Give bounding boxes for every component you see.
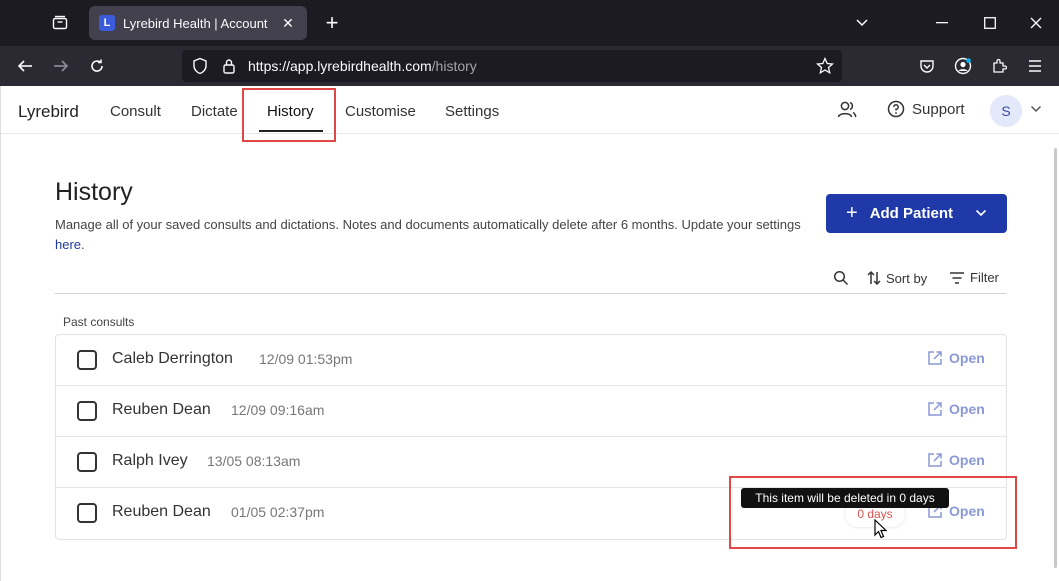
filter-icon (950, 271, 964, 284)
pocket-icon[interactable] (913, 52, 941, 80)
add-patient-button[interactable]: + Add Patient (826, 194, 1007, 233)
lock-icon[interactable] (222, 58, 236, 74)
tab-list-icon[interactable] (42, 8, 78, 38)
reload-icon[interactable] (83, 52, 111, 80)
maximize-icon[interactable] (976, 10, 1004, 36)
page-title: History (55, 178, 133, 206)
open-label: Open (949, 452, 985, 468)
consult-time: 12/09 09:16am (231, 402, 325, 418)
sort-label: Sort by (886, 270, 928, 286)
row-checkbox[interactable] (77, 350, 97, 370)
settings-link[interactable]: here (55, 237, 81, 252)
search-icon[interactable] (833, 270, 849, 286)
sort-arrows-icon (867, 270, 881, 286)
url-path: /history (431, 58, 477, 74)
new-tab-icon[interactable]: + (320, 10, 344, 36)
nav-dictate[interactable]: Dictate (191, 103, 238, 120)
browser-navbar: https://app.lyrebirdhealth.com/history (0, 46, 1059, 86)
avatar[interactable]: S (990, 95, 1022, 127)
patient-name: Reuben Dean (112, 401, 211, 418)
help-circle-icon (887, 100, 905, 118)
bookmark-star-icon[interactable] (816, 57, 834, 75)
shield-icon[interactable] (192, 57, 208, 75)
minimize-icon[interactable] (928, 10, 956, 36)
consult-time: 01/05 02:37pm (231, 504, 325, 520)
patient-name: Ralph Ivey (112, 452, 188, 469)
external-link-icon (928, 453, 942, 467)
patient-name: Reuben Dean (112, 503, 211, 520)
close-window-icon[interactable] (1022, 10, 1050, 36)
patient-name: Caleb Derrington (112, 350, 233, 367)
open-button[interactable]: Open (927, 350, 985, 366)
external-link-icon (928, 351, 942, 365)
support-label: Support (912, 100, 965, 118)
browser-tab[interactable]: L Lyrebird Health | Account ✕ (89, 6, 307, 40)
open-label: Open (949, 401, 985, 417)
history-highlight-box (242, 88, 336, 142)
extensions-icon[interactable] (985, 52, 1013, 80)
chevron-down-icon[interactable] (1030, 104, 1042, 116)
list-item[interactable]: Caleb Derrington 12/09 01:53pm Open (56, 335, 1006, 386)
consult-time: 12/09 01:53pm (259, 351, 353, 367)
menu-hamburger-icon[interactable] (1021, 52, 1049, 80)
plus-icon: + (846, 202, 858, 224)
open-label: Open (949, 350, 985, 366)
consult-time: 13/05 08:13am (207, 453, 301, 469)
tab-close-icon[interactable]: ✕ (279, 15, 297, 32)
forward-arrow-icon[interactable] (47, 52, 75, 80)
url-text[interactable]: https://app.lyrebirdhealth.com/history (248, 58, 477, 74)
tab-favicon: L (99, 15, 115, 31)
filter-label: Filter (970, 270, 999, 285)
row-checkbox[interactable] (77, 452, 97, 472)
page-scrollbar[interactable] (1054, 148, 1057, 568)
nav-settings[interactable]: Settings (445, 103, 499, 120)
back-arrow-icon[interactable] (11, 52, 39, 80)
open-button[interactable]: Open (927, 452, 985, 468)
url-host: https://app.lyrebirdhealth.com (248, 58, 432, 74)
support-button[interactable]: Support (887, 100, 965, 118)
mouse-cursor-icon (874, 518, 888, 544)
section-label: Past consults (63, 315, 135, 329)
browser-titlebar: L Lyrebird Health | Account ✕ + (0, 0, 1059, 46)
app-navbar: Lyrebird Consult Dictate History Customi… (1, 86, 1059, 134)
add-patient-label: Add Patient (869, 205, 954, 222)
brand-logo[interactable]: Lyrebird (18, 102, 79, 122)
chevron-down-icon[interactable] (975, 208, 987, 220)
users-icon[interactable] (836, 100, 858, 125)
tab-title: Lyrebird Health | Account (123, 15, 268, 31)
sort-button[interactable]: Sort by (866, 270, 927, 286)
nav-consult[interactable]: Consult (110, 103, 161, 120)
account-icon[interactable] (949, 52, 977, 80)
row-checkbox[interactable] (77, 401, 97, 421)
tooltip-highlight-box (729, 476, 1017, 549)
row-checkbox[interactable] (77, 503, 97, 523)
description-text: Manage all of your saved consults and di… (55, 217, 801, 232)
open-button[interactable]: Open (927, 401, 985, 417)
external-link-icon (928, 402, 942, 416)
filter-button[interactable]: Filter (949, 270, 999, 285)
nav-customise[interactable]: Customise (345, 103, 416, 120)
page-description: Manage all of your saved consults and di… (55, 215, 815, 255)
url-bar[interactable]: https://app.lyrebirdhealth.com/history (182, 50, 842, 82)
list-item[interactable]: Reuben Dean 12/09 09:16am Open (56, 386, 1006, 437)
tab-overflow-chevron-icon[interactable] (848, 10, 876, 36)
description-end: . (81, 237, 85, 252)
list-toolbar: Sort by Filter (55, 264, 1007, 294)
